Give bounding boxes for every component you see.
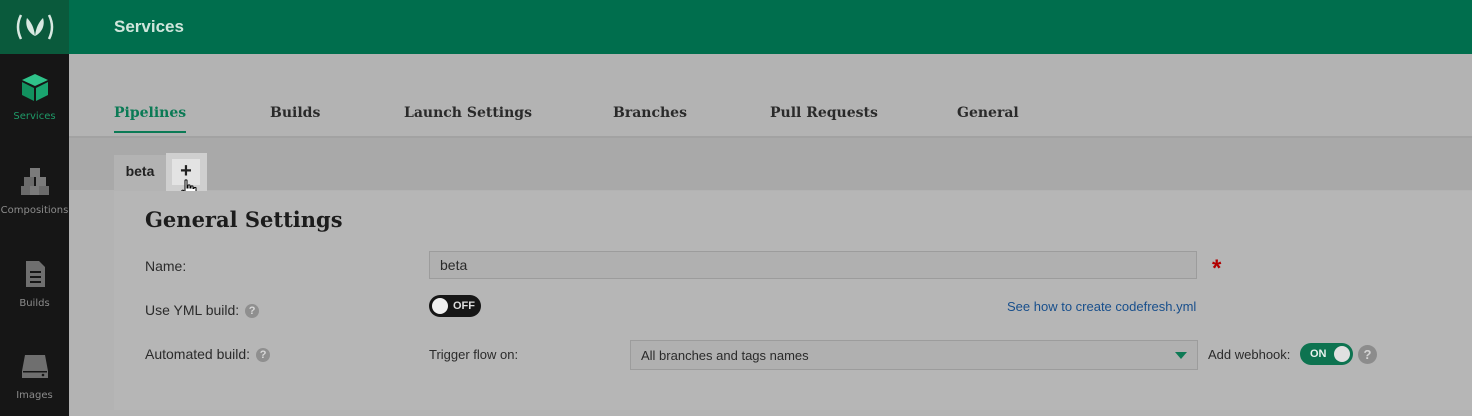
service-tabs: Pipelines Builds Launch Settings Branche… xyxy=(69,54,1472,138)
yml-build-label: Use YML build: xyxy=(145,302,240,318)
help-icon[interactable]: ? xyxy=(245,304,260,318)
toggle-state: ON xyxy=(1310,348,1327,360)
chevron-down-icon xyxy=(1175,352,1187,359)
trigger-flow-select[interactable]: All branches and tags names xyxy=(630,340,1198,370)
automated-build-label: Automated build: xyxy=(145,346,251,362)
toggle-state: OFF xyxy=(453,300,475,312)
sidebar-item-builds[interactable]: Builds xyxy=(0,259,69,309)
trigger-flow-label: Trigger flow on: xyxy=(429,347,519,362)
tab-general[interactable]: General xyxy=(957,105,1019,131)
page-title: Services xyxy=(114,17,184,36)
sidebar-item-images[interactable]: Images xyxy=(0,351,69,401)
document-icon xyxy=(25,261,45,287)
name-label: Name: xyxy=(145,258,187,274)
codefresh-logo[interactable] xyxy=(0,0,69,54)
name-input[interactable] xyxy=(429,251,1197,279)
pipeline-tab-beta[interactable]: beta xyxy=(114,155,166,191)
help-icon[interactable]: ? xyxy=(1358,345,1377,364)
drive-icon xyxy=(21,355,48,378)
trigger-flow-value: All branches and tags names xyxy=(641,348,809,363)
yml-build-row: Use YML build:? xyxy=(145,302,260,318)
codefresh-yml-link[interactable]: See how to create codefresh.yml xyxy=(1007,299,1196,314)
header-bar: Services xyxy=(69,0,1472,54)
add-webhook-toggle[interactable]: ON xyxy=(1300,343,1353,365)
cubes-icon xyxy=(20,168,49,195)
section-heading: General Settings xyxy=(145,207,343,232)
tab-branches[interactable]: Branches xyxy=(613,105,687,131)
cube-icon xyxy=(21,74,48,101)
sidebar-item-services[interactable]: Services xyxy=(0,72,69,122)
tab-builds[interactable]: Builds xyxy=(270,105,320,131)
sidebar-item-label: Compositions xyxy=(0,205,69,216)
automated-build-row: Automated build:? xyxy=(145,346,271,362)
toggle-knob xyxy=(1334,346,1350,362)
sidebar-item-compositions[interactable]: Compositions xyxy=(0,166,69,216)
tab-launch-settings[interactable]: Launch Settings xyxy=(404,105,532,131)
tab-pull-requests[interactable]: Pull Requests xyxy=(770,105,878,131)
pipeline-tabs-bar xyxy=(69,138,1472,190)
add-webhook-label: Add webhook: xyxy=(1208,347,1291,362)
toggle-knob xyxy=(432,298,448,314)
sidebar-item-label: Services xyxy=(13,111,56,122)
sidebar-item-label: Images xyxy=(16,390,53,401)
required-asterisk: * xyxy=(1212,255,1222,282)
leaf-logo-icon xyxy=(16,14,53,40)
help-icon[interactable]: ? xyxy=(256,348,271,362)
sidebar: Services Compositions Builds Images xyxy=(0,0,69,416)
sidebar-item-label: Builds xyxy=(19,298,50,309)
yml-build-toggle[interactable]: OFF xyxy=(429,295,481,317)
tab-pipelines[interactable]: Pipelines xyxy=(114,105,187,133)
